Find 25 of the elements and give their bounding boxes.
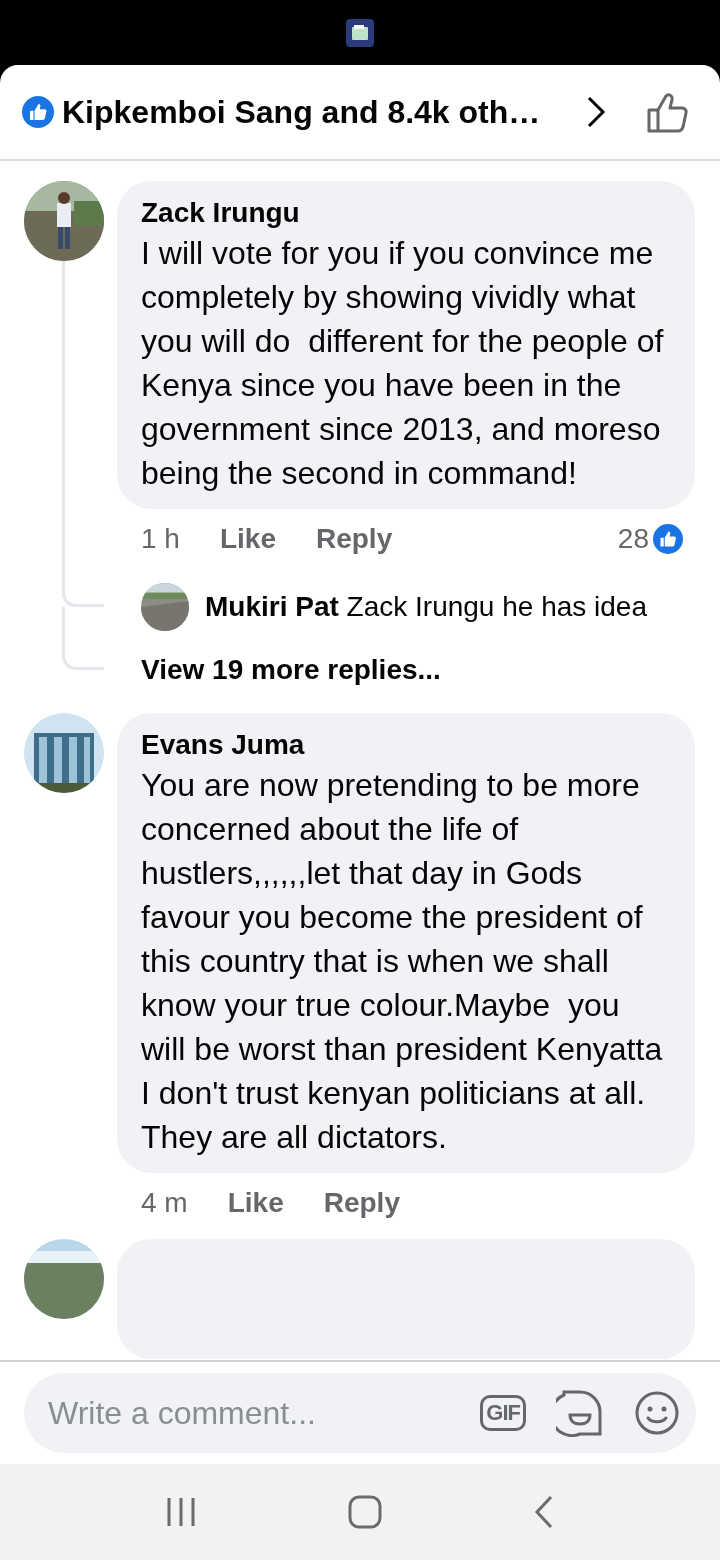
- back-icon[interactable]: [532, 1495, 555, 1529]
- emoji-icon[interactable]: [634, 1390, 680, 1436]
- app-notification-icon: [346, 18, 374, 47]
- reply-link[interactable]: Reply: [323, 1182, 400, 1224]
- comment-author[interactable]: Zack Irungu: [141, 195, 671, 231]
- gif-button[interactable]: GIF: [480, 1395, 526, 1431]
- reply-link[interactable]: Reply: [315, 518, 393, 560]
- sticker-icon[interactable]: [556, 1389, 604, 1437]
- comment-input-field[interactable]: Write a comment... GIF: [24, 1373, 696, 1453]
- comment-time: 4 m: [141, 1186, 188, 1220]
- reaction-count[interactable]: 28: [617, 518, 649, 560]
- reaction-summary[interactable]: Kipkemboi Sang and 8.4k oth…: [62, 88, 541, 136]
- reply-text: Mukiri Pat Zack Irungu he has idea: [205, 590, 647, 624]
- comment-text: You are now pretending to be more concerned about the life of hustlers,,,,,,let that day in Gods favour you become the president of this country that is when we shall know your true colour.Maybe you will be worst than president Kenyatta I don't trust kenyan politicians at all. They are all dictators.: [141, 766, 664, 1157]
- like-link[interactable]: Like: [227, 1182, 284, 1224]
- home-icon[interactable]: [348, 1495, 382, 1529]
- comment-author[interactable]: Evans Juma: [141, 727, 671, 763]
- like-reaction-icon: [22, 96, 54, 128]
- comment-time: 1 h: [141, 522, 180, 556]
- like-reaction-icon: [653, 524, 683, 554]
- thumbs-up-icon[interactable]: [646, 90, 690, 134]
- comment-text: I will vote for you if you convince me completely by showing vividly what you will do different for the people of Kenya since you have been in the government since 2013, and moreso being the second in command!: [141, 234, 665, 493]
- view-more-replies-link[interactable]: View 19 more replies...: [117, 649, 441, 691]
- like-link[interactable]: Like: [219, 518, 276, 560]
- recent-apps-icon[interactable]: [165, 1496, 198, 1528]
